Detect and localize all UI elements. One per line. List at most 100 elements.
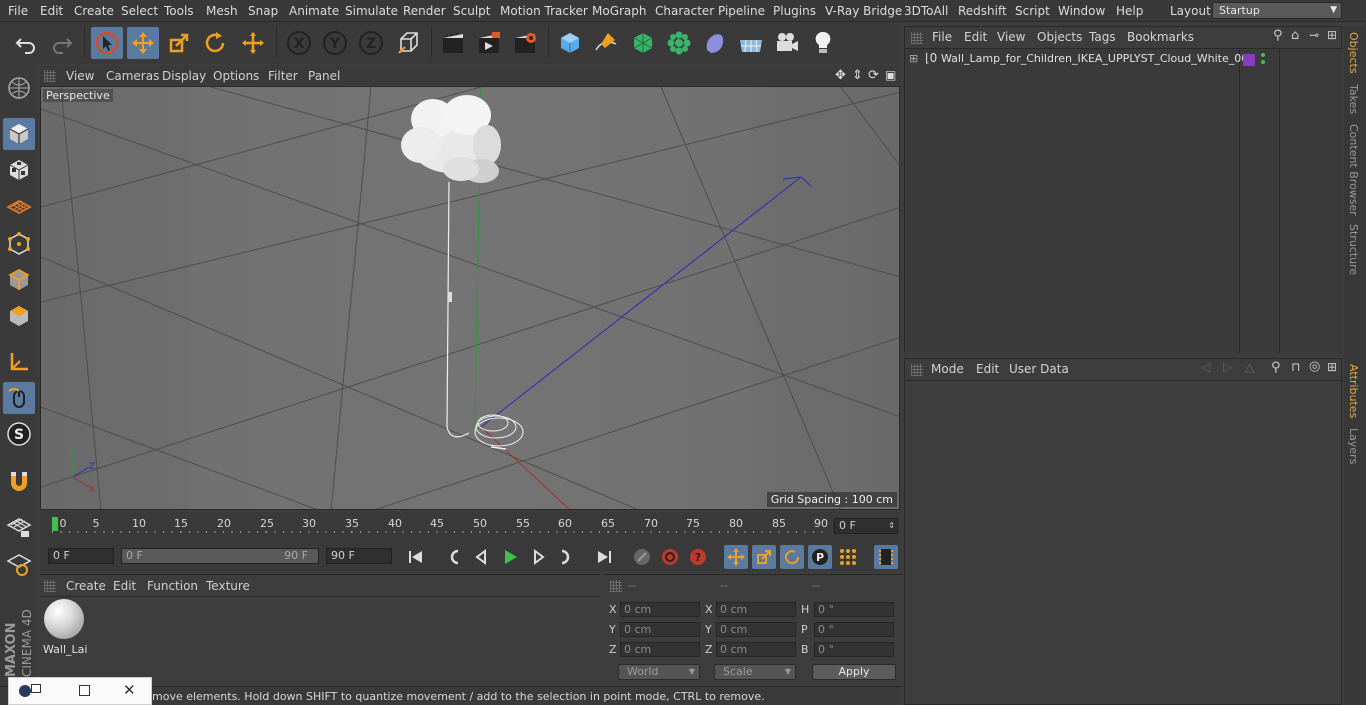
- edges-mode-icon[interactable]: [3, 264, 35, 296]
- expand-icon[interactable]: ⊞: [909, 52, 918, 65]
- redo-icon[interactable]: [46, 27, 78, 59]
- key-pla-icon[interactable]: [836, 545, 860, 569]
- lock-workplane-icon[interactable]: [3, 510, 35, 542]
- menu-help[interactable]: Help: [1116, 4, 1143, 18]
- menu-tools[interactable]: Tools: [164, 4, 194, 18]
- tab-content-browser[interactable]: Content Browser: [1347, 124, 1360, 216]
- object-menu-objects[interactable]: Objects: [1037, 30, 1082, 44]
- viewport-camera-label[interactable]: Perspective: [43, 89, 113, 102]
- attribute-menu-user-data[interactable]: User Data: [1009, 362, 1069, 376]
- deformer-icon[interactable]: [699, 27, 731, 59]
- camera-icon[interactable]: [771, 27, 803, 59]
- panel-grip-icon[interactable]: [911, 32, 923, 44]
- menu-script[interactable]: Script: [1015, 4, 1050, 18]
- panel-grip-icon[interactable]: [44, 580, 56, 592]
- menu-snap[interactable]: Snap: [248, 4, 278, 18]
- next-key-icon[interactable]: [554, 545, 578, 569]
- pos-z-field[interactable]: 0 cm: [620, 642, 700, 657]
- editor-visibility-dot[interactable]: [1261, 53, 1265, 57]
- rot-p-field[interactable]: 0 °: [814, 622, 894, 637]
- menu-window[interactable]: Window: [1058, 4, 1105, 18]
- previous-key-icon[interactable]: [442, 545, 466, 569]
- pos-y-field[interactable]: 0 cm: [620, 622, 700, 637]
- play-icon[interactable]: [498, 545, 522, 569]
- viewport-menu-view[interactable]: View: [66, 69, 94, 83]
- tab-layers[interactable]: Layers: [1347, 428, 1360, 464]
- go-to-end-icon[interactable]: [592, 545, 616, 569]
- timeline-ruler[interactable]: 0 5 10 15 20 25 30 35 40 45 50 55 60 65 …: [52, 515, 830, 533]
- material-menu-texture[interactable]: Texture: [206, 579, 250, 593]
- viewport-move-icon[interactable]: ✥: [835, 68, 846, 83]
- size-mode-dropdown[interactable]: Scale ▼: [714, 664, 796, 680]
- target-icon[interactable]: ◎: [1309, 359, 1320, 374]
- new-panel-icon[interactable]: ⊞: [1327, 28, 1337, 42]
- menu-simulate[interactable]: Simulate: [345, 4, 398, 18]
- viewport-maximize-icon[interactable]: ▣: [885, 68, 896, 82]
- keyframe-selection-icon[interactable]: ?: [686, 545, 710, 569]
- undo-icon[interactable]: [10, 27, 42, 59]
- record-disabled-icon[interactable]: [630, 545, 654, 569]
- menu-sculpt[interactable]: Sculpt: [453, 4, 490, 18]
- object-menu-bookmarks[interactable]: Bookmarks: [1127, 30, 1194, 44]
- pen-icon[interactable]: [590, 27, 622, 59]
- back-arrow-icon[interactable]: ◁: [1201, 360, 1210, 374]
- playhead-marker[interactable]: [52, 517, 58, 531]
- planar-workplane-icon[interactable]: [3, 548, 35, 580]
- menu-edit[interactable]: Edit: [40, 4, 63, 18]
- menu-vray-bridge[interactable]: V-Ray Bridge: [825, 4, 902, 18]
- object-row[interactable]: ⊞ ⌊0 Wall_Lamp_for_Children_IKEA_UPPLYST…: [905, 51, 1343, 69]
- attribute-menu-mode[interactable]: Mode: [931, 362, 964, 376]
- viewport-menu-options[interactable]: Options: [213, 69, 259, 83]
- subdivision-icon[interactable]: [627, 27, 659, 59]
- menu-motion-tracker[interactable]: Motion Tracker: [500, 4, 588, 18]
- tab-structure[interactable]: Structure: [1347, 224, 1360, 275]
- tweak-mode-icon[interactable]: [3, 382, 35, 414]
- render-visibility-dot[interactable]: [1261, 60, 1265, 64]
- render-settings-icon[interactable]: [509, 27, 541, 59]
- key-rotation-icon[interactable]: [780, 545, 804, 569]
- polygons-mode-icon[interactable]: [3, 300, 35, 332]
- lock-icon[interactable]: ⊓: [1291, 360, 1300, 374]
- rot-h-field[interactable]: 0 °: [814, 602, 894, 617]
- object-menu-file[interactable]: File: [932, 30, 952, 44]
- key-scale-icon[interactable]: [752, 545, 776, 569]
- model-mode-icon[interactable]: [3, 118, 35, 150]
- cube-icon[interactable]: [554, 27, 586, 59]
- cloner-icon[interactable]: [663, 27, 695, 59]
- size-y-field[interactable]: 0 cm: [716, 622, 796, 637]
- material-menu-function[interactable]: Function: [147, 579, 198, 593]
- stepper-icon[interactable]: ⇕: [888, 519, 895, 533]
- previous-frame-icon[interactable]: [470, 545, 494, 569]
- light-icon[interactable]: [807, 27, 839, 59]
- panel-grip-icon[interactable]: [610, 580, 622, 592]
- apply-button[interactable]: Apply: [812, 664, 896, 680]
- object-menu-edit[interactable]: Edit: [964, 30, 987, 44]
- menu-render[interactable]: Render: [403, 4, 446, 18]
- up-arrow-icon[interactable]: △: [1245, 360, 1254, 374]
- menu-select[interactable]: Select: [121, 4, 158, 18]
- attribute-menu-edit[interactable]: Edit: [976, 362, 999, 376]
- layout-dropdown[interactable]: Startup ▼: [1212, 2, 1342, 19]
- key-parameter-icon[interactable]: P: [808, 545, 832, 569]
- layer-color-swatch[interactable]: [1243, 54, 1255, 66]
- move-icon[interactable]: [127, 27, 159, 59]
- timeline-window-icon[interactable]: [874, 545, 898, 569]
- tab-takes[interactable]: Takes: [1347, 84, 1360, 114]
- material-menu-edit[interactable]: Edit: [113, 579, 136, 593]
- size-x-field[interactable]: 0 cm: [716, 602, 796, 617]
- size-z-field[interactable]: 0 cm: [716, 642, 796, 657]
- rot-b-field[interactable]: 0 °: [814, 642, 894, 657]
- scale-icon[interactable]: [163, 27, 195, 59]
- menu-character[interactable]: Character: [655, 4, 714, 18]
- search-icon[interactable]: ⚲: [1271, 360, 1281, 375]
- coordinate-system-icon[interactable]: [393, 27, 425, 59]
- render-picture-viewer-icon[interactable]: [473, 27, 505, 59]
- key-position-icon[interactable]: [724, 545, 748, 569]
- menu-mograph[interactable]: MoGraph: [592, 4, 647, 18]
- tab-attributes[interactable]: Attributes: [1347, 364, 1360, 418]
- magnet-icon[interactable]: [3, 466, 35, 498]
- object-menu-tags[interactable]: Tags: [1089, 30, 1116, 44]
- autokey-icon[interactable]: [658, 545, 682, 569]
- tab-objects[interactable]: Objects: [1347, 32, 1360, 74]
- search-icon[interactable]: ⚲: [1273, 28, 1283, 43]
